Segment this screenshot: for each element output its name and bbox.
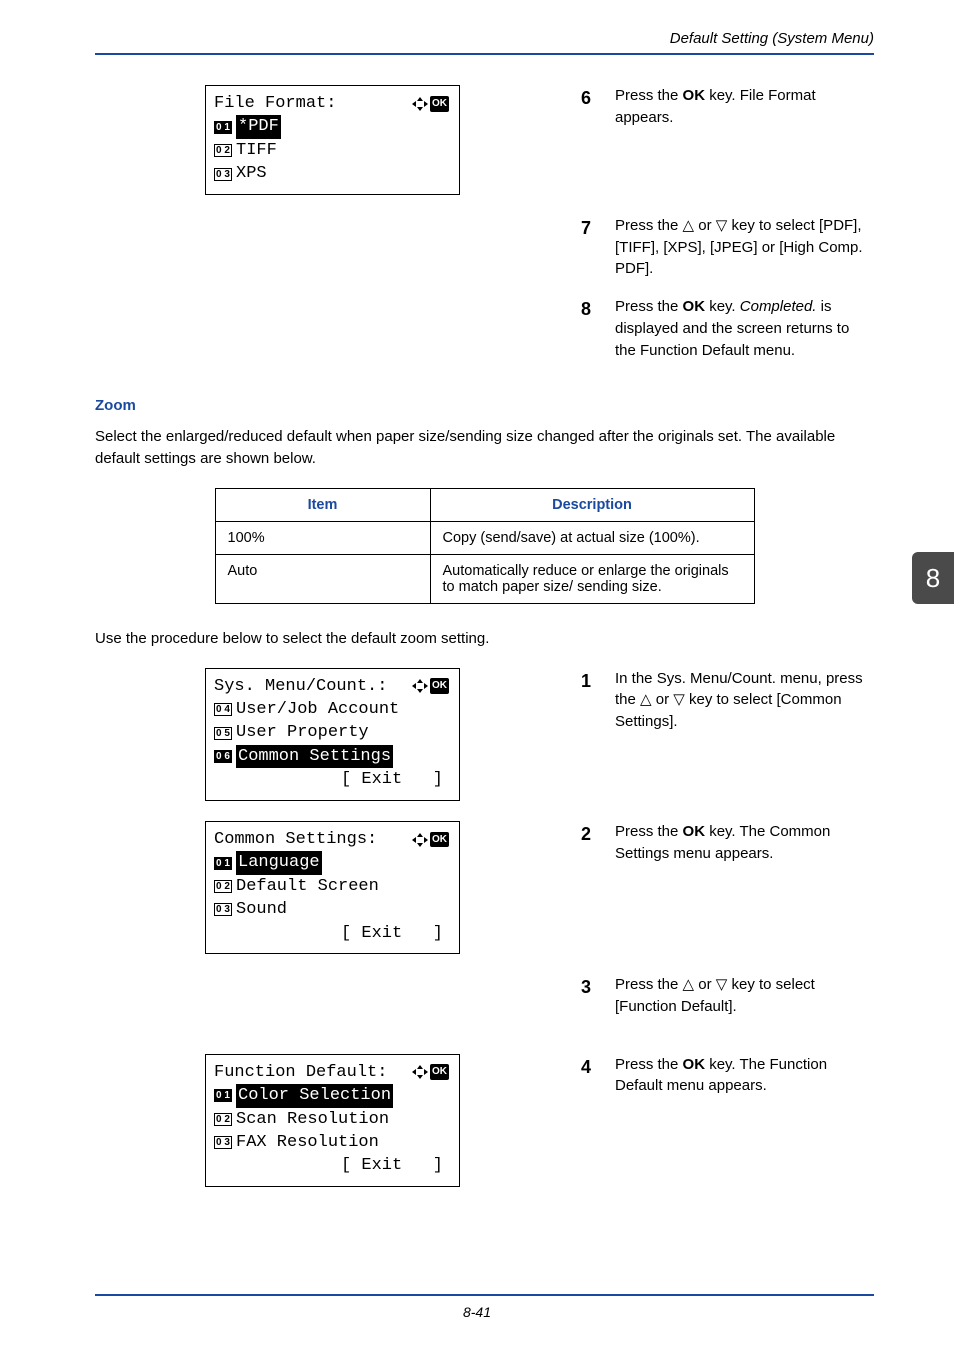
step-number: 3 [581,974,599,1018]
step-list-a-top: 6 Press the OK key. File Format appears. [581,85,874,145]
lcd-item: 0 4User/Job Account [214,698,449,721]
running-header: Default Setting (System Menu) [95,30,874,47]
chapter-tab: 8 [912,552,954,604]
step-number: 7 [581,215,599,280]
lcd-sys-menu: Sys. Menu/Count.: OK 0 4User/Job Account… [205,668,460,801]
header-rule [95,53,874,55]
lcd-function-default: Function Default: OK 0 1Color Selection0… [205,1054,460,1187]
ok-icon: OK [430,832,449,848]
zoom-table: Item Description 100%Copy (send/save) at… [215,488,755,604]
zoom-th-item: Item [215,488,430,521]
table-row: AutoAutomatically reduce or enlarge the … [215,554,754,603]
step-text: Press the OK key. The Function Default m… [615,1054,874,1098]
step: 3 Press the △ or ▽ key to select [Functio… [581,974,874,1018]
step: 6 Press the OK key. File Format appears. [581,85,874,129]
nav-ok-icon: OK [412,1064,449,1080]
lcd-item: 0 5User Property [214,721,449,744]
ok-icon: OK [430,678,449,694]
lcd-item: 0 1*PDF [214,115,449,138]
lcd-item: 0 3XPS [214,162,449,185]
lcd-item: 0 1Color Selection [214,1084,449,1107]
step-4: 4 Press the OK key. The Function Default … [581,1054,874,1114]
step-text: Press the △ or ▽ key to select [Function… [615,974,874,1018]
lcd-list: 0 4User/Job Account0 5User Property0 6Co… [214,698,449,768]
nav-ok-icon: OK [412,832,449,848]
lcd-exit: [ Exit ] [214,1154,449,1177]
lcd-list: 0 1Color Selection0 2Scan Resolution0 3F… [214,1084,449,1154]
step: 1In the Sys. Menu/Count. menu, press the… [581,668,874,733]
step-list-a-bottom: 7Press the △ or ▽ key to select [PDF], [… [581,215,874,378]
lcd-title: Sys. Menu/Count.: [214,675,387,698]
zoom-intro: Select the enlarged/reduced default when… [95,426,874,470]
table-cell: Copy (send/save) at actual size (100%). [430,521,754,554]
lcd-item: 0 2Scan Resolution [214,1108,449,1131]
nav-ok-icon: OK [412,678,449,694]
table-cell: 100% [215,521,430,554]
zoom-lead: Use the procedure below to select the de… [95,628,874,650]
lcd-exit: [ Exit ] [214,922,449,945]
zoom-heading: Zoom [95,397,874,414]
step-text: Press the OK key. The Common Settings me… [615,821,874,865]
lcd-item: 0 1Language [214,851,449,874]
lcd-exit: [ Exit ] [214,768,449,791]
step-3: 3 Press the △ or ▽ key to select [Functio… [581,974,874,1034]
step: 2 Press the OK key. The Common Settings m… [581,821,874,865]
step-number: 4 [581,1054,599,1098]
lcd-list: 0 1Language0 2Default Screen0 3Sound [214,851,449,921]
step-text: Press the △ or ▽ key to select [PDF], [T… [615,215,874,280]
lcd-item: 0 6Common Settings [214,745,449,768]
lcd-title: Function Default: [214,1061,387,1084]
lcd-item: 0 2Default Screen [214,875,449,898]
lcd-item: 0 3Sound [214,898,449,921]
table-row: 100%Copy (send/save) at actual size (100… [215,521,754,554]
zoom-th-desc: Description [430,488,754,521]
lcd-file-format: File Format: OK 0 1*PDF0 2TIFF0 3XPS [205,85,460,195]
page-number: 8-41 [463,1304,491,1320]
step-number: 6 [581,85,599,129]
lcd-common-settings: Common Settings: OK 0 1Language0 2Defaul… [205,821,460,954]
lcd-title: Common Settings: [214,828,377,851]
step-text: Press the OK key. File Format appears. [615,85,874,129]
step-number: 2 [581,821,599,865]
lcd-item: 0 2TIFF [214,139,449,162]
step-number: 1 [581,668,599,733]
table-cell: Auto [215,554,430,603]
nav-ok-icon: OK [412,96,449,112]
lcd-item: 0 3FAX Resolution [214,1131,449,1154]
step-2: 2 Press the OK key. The Common Settings m… [581,821,874,881]
step: 4 Press the OK key. The Function Default … [581,1054,874,1098]
ok-icon: OK [430,96,449,112]
step-text: Press the OK key. Completed. is displaye… [615,296,874,361]
step-text: In the Sys. Menu/Count. menu, press the … [615,668,874,733]
page-footer: 8-41 [0,1294,954,1322]
table-cell: Automatically reduce or enlarge the orig… [430,554,754,603]
lcd-list: 0 1*PDF0 2TIFF0 3XPS [214,115,449,185]
step: 7Press the △ or ▽ key to select [PDF], [… [581,215,874,280]
zoom-table-body: 100%Copy (send/save) at actual size (100… [215,521,754,603]
step-number: 8 [581,296,599,361]
step: 8Press the OK key. Completed. is display… [581,296,874,361]
ok-icon: OK [430,1064,449,1080]
lcd-title: File Format: [214,92,336,115]
step-1: 1In the Sys. Menu/Count. menu, press the… [581,668,874,749]
